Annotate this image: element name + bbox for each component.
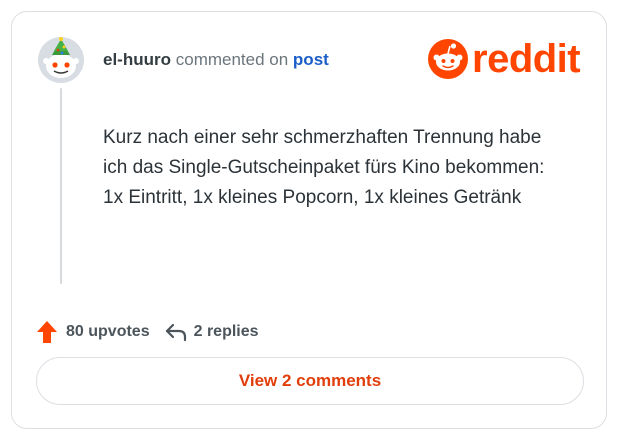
commented-on-text: commented on [175, 50, 289, 69]
comment-actions: 80 upvotes 2 replies [36, 320, 259, 344]
reddit-snoo-icon [428, 39, 468, 79]
arrow-up-icon[interactable] [36, 320, 58, 344]
comment-body: Kurz nach einer sehr schmerzhaften Trenn… [103, 127, 545, 208]
reddit-logo[interactable]: reddit [428, 37, 581, 81]
view-comments-button[interactable]: View 2 comments [36, 357, 584, 405]
thread-line [60, 88, 62, 284]
upvote-count: 80 upvotes [66, 323, 150, 340]
post-link[interactable]: post [293, 50, 329, 69]
comment-header: el-huuro commented on post [103, 49, 329, 71]
reply-count[interactable]: 2 replies [194, 323, 259, 341]
username-link[interactable]: el-huuro [103, 50, 171, 69]
user-avatar[interactable] [37, 36, 85, 84]
reply-arrow-icon[interactable] [164, 321, 188, 343]
reddit-wordmark: reddit [472, 37, 581, 81]
